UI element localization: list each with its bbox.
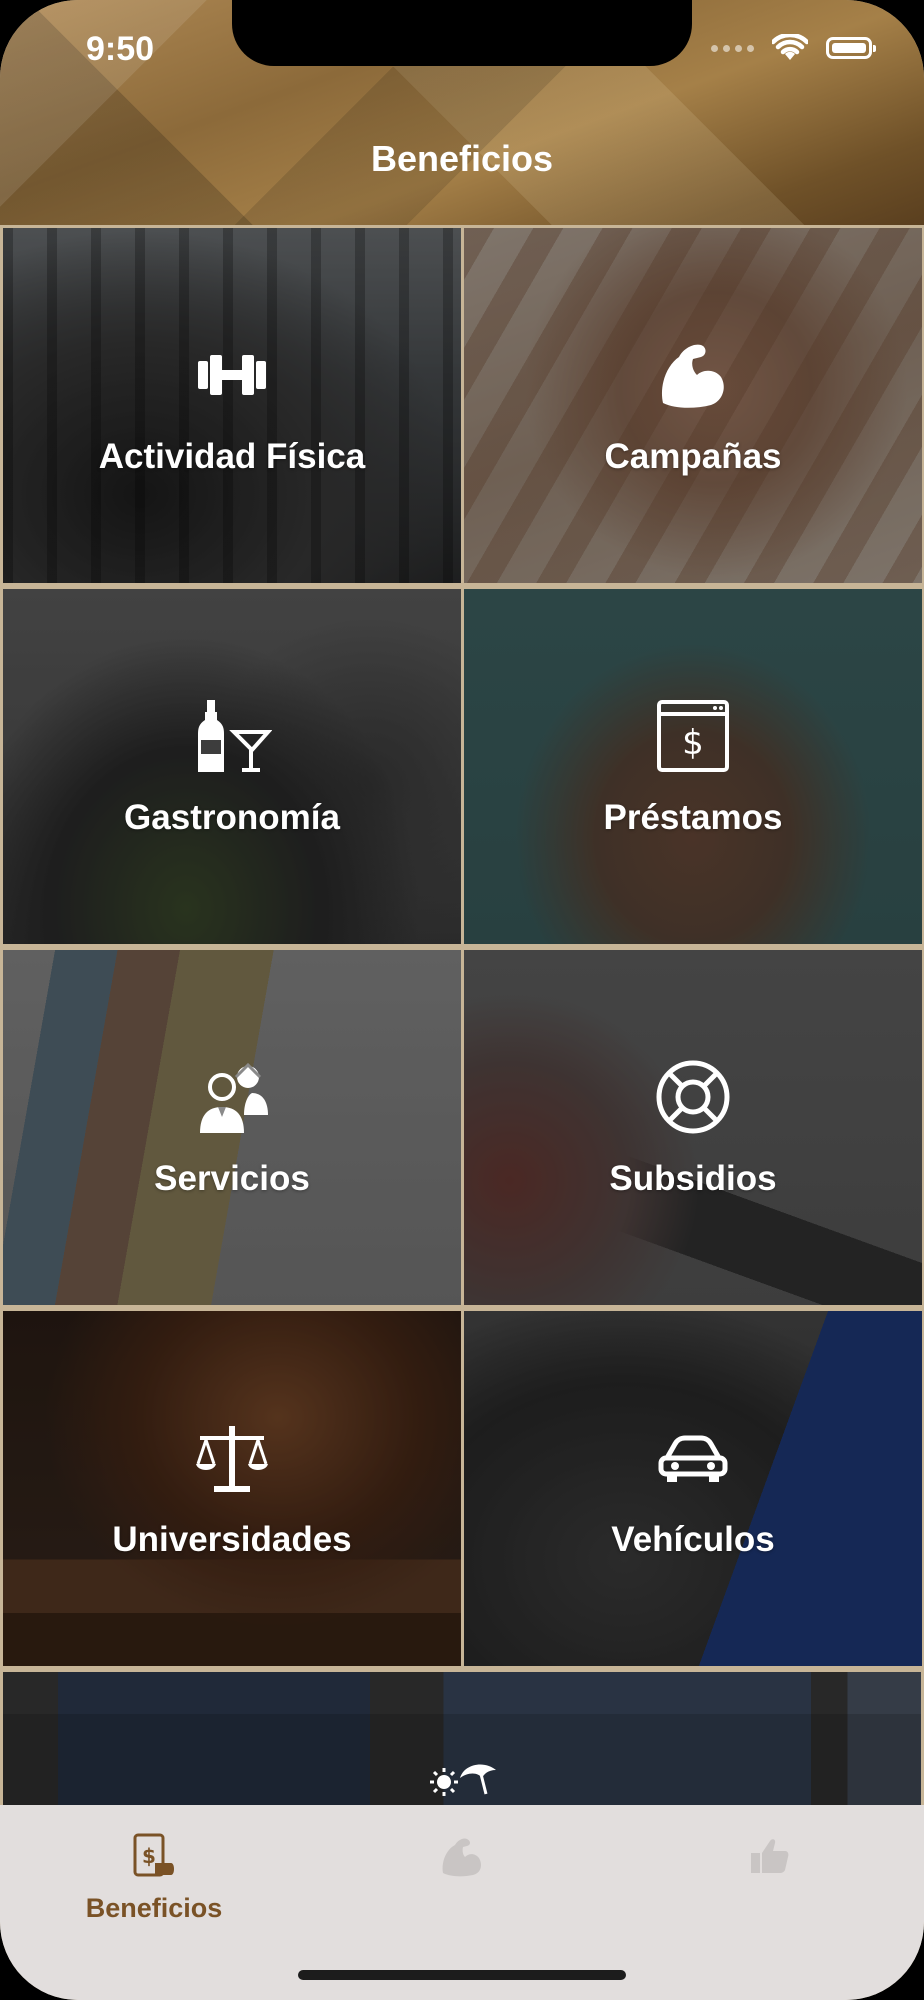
- tab-label: Beneficios: [85, 1893, 223, 1923]
- flexed-arm-icon: [442, 1838, 481, 1877]
- tile-actividad-fisica[interactable]: Actividad Física: [3, 228, 461, 583]
- device-notch: [232, 0, 692, 66]
- tile-label: Campañas: [604, 436, 782, 476]
- tile-partial-bottom[interactable]: [3, 1672, 921, 1812]
- tile-prestamos[interactable]: $ Préstamos: [464, 589, 922, 944]
- tile-campanas[interactable]: Campañas: [464, 228, 922, 583]
- scales-icon: [196, 1425, 268, 1492]
- flexed-arm-icon: [661, 344, 724, 408]
- wifi-icon: [772, 34, 808, 60]
- thumbs-up-icon: [751, 1839, 789, 1873]
- tile-label: Actividad Física: [98, 436, 366, 476]
- sun-umbrella-icon: [430, 1764, 496, 1796]
- dollar-document-icon: $: [657, 699, 729, 772]
- page-title: Beneficios: [370, 138, 554, 179]
- tile-label: Vehículos: [611, 1519, 775, 1559]
- lifebuoy-icon: [656, 1060, 730, 1133]
- svg-text:$: $: [682, 723, 704, 763]
- people-icon: [200, 1062, 268, 1133]
- battery-icon: [826, 37, 876, 59]
- tile-vehiculos[interactable]: Vehículos: [464, 1311, 922, 1666]
- status-icons: [711, 34, 876, 62]
- svg-text:$: $: [142, 1844, 156, 1868]
- header: 9:50 Beneficios: [0, 0, 924, 225]
- home-indicator[interactable]: [298, 1970, 626, 1980]
- tile-label: Universidades: [112, 1519, 352, 1559]
- tile-label: Gastronomía: [124, 797, 340, 837]
- dollar-phone-icon: $: [133, 1833, 174, 1877]
- app-screen: 9:50 Beneficios Actividad Física Campaña…: [0, 0, 924, 2000]
- tile-label: Servicios: [154, 1158, 310, 1198]
- tab-recomendados[interactable]: [616, 1823, 924, 1879]
- tab-campanas[interactable]: [308, 1823, 616, 1879]
- tile-subsidios[interactable]: Subsidios: [464, 950, 922, 1305]
- signal-icon: [711, 44, 754, 52]
- dumbbell-icon: [198, 354, 266, 395]
- status-time: 9:50: [86, 30, 155, 68]
- bottle-cocktail-icon: [198, 699, 272, 772]
- tile-label: Subsidios: [609, 1158, 777, 1198]
- tile-servicios[interactable]: Servicios: [3, 950, 461, 1305]
- tile-label: Préstamos: [603, 797, 783, 837]
- car-icon: [658, 1435, 728, 1482]
- tile-universidades[interactable]: Universidades: [3, 1311, 461, 1666]
- tab-beneficios[interactable]: $ Beneficios: [0, 1823, 308, 1924]
- tile-gastronomia[interactable]: Gastronomía: [3, 589, 461, 944]
